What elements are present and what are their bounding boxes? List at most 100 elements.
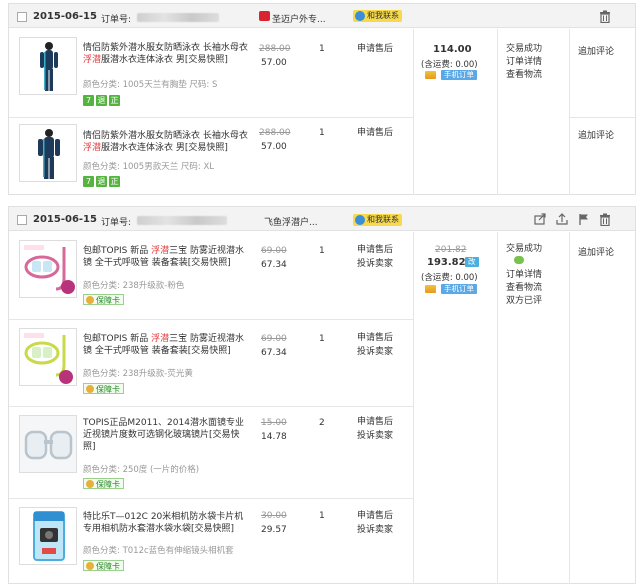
service-badges: 7退正 (83, 95, 122, 106)
apply-after-sales-link[interactable]: 申请售后 (357, 331, 393, 345)
order-number-redacted (137, 13, 219, 22)
contact-seller-button[interactable]: 和我联系 (353, 214, 402, 226)
complain-seller-link[interactable]: 投诉卖家 (357, 429, 393, 443)
shop-name-link[interactable]: 圣迈户外专... (272, 12, 326, 25)
flag-icon[interactable] (577, 213, 590, 226)
column-divider (413, 29, 414, 195)
guarantee-card-badge[interactable]: 保障卡 (83, 478, 124, 489)
product-thumbnail[interactable] (19, 124, 77, 182)
product-attributes: 颜色分类: 1005天兰有胸垫 尺码: S (83, 80, 218, 90)
column-divider (497, 232, 498, 584)
product-title-link[interactable]: 情侣防紫外潜水服女防晒泳衣 长袖水母衣浮潜服潜水衣连体泳衣 男[交易快照] (83, 130, 251, 154)
unit-price: 14.78 (261, 432, 287, 442)
quantity: 1 (319, 511, 325, 521)
apply-after-sales-link[interactable]: 申请售后 (357, 243, 393, 257)
column-divider (497, 29, 498, 195)
column-divider (569, 29, 570, 195)
quantity: 1 (319, 44, 325, 54)
shop-name-link[interactable]: 飞鱼浮潜户... (264, 215, 318, 228)
product-attributes: 颜色分类: 238升级款-粉色 (83, 281, 185, 291)
after-sales-actions: 申请售后 投诉卖家 (357, 509, 393, 537)
share-icon[interactable] (533, 213, 546, 226)
view-logistics-link[interactable]: 查看物流 (506, 69, 542, 82)
payment-icon (425, 71, 436, 79)
order-checkbox[interactable] (17, 12, 27, 22)
order-total: 114.00 (433, 44, 472, 55)
column-divider (413, 232, 414, 584)
chat-icon-row (506, 256, 542, 269)
row-divider (9, 498, 413, 499)
apply-after-sales-link[interactable]: 申请售后 (357, 126, 393, 140)
chat-icon[interactable] (514, 256, 524, 264)
product-title-link[interactable]: TOPIS正品M2011、2014潜水面镜专业近视镜片度数可选钢化玻璃镜片[交易… (83, 417, 251, 453)
order-checkbox[interactable] (17, 215, 27, 225)
mobile-order-badge: 手机订单 (441, 284, 477, 294)
original-price: 69.00 (261, 334, 287, 344)
order-date: 2015-06-15 (33, 11, 97, 22)
order-card: 2015-06-15 订单号: 飞鱼浮潜户... 和我联系 包邮TOPIS 新品… (8, 206, 636, 584)
refund-badge[interactable]: 退 (96, 95, 107, 106)
complain-seller-link[interactable]: 投诉卖家 (357, 523, 393, 537)
after-sales-actions: 申请售后 投诉卖家 (357, 415, 393, 443)
service-badges: 7退正 (83, 176, 122, 187)
shipping-fee: (含运费: 0.00) (421, 273, 478, 283)
product-title-link[interactable]: 包邮TOPIS 新品 浮潜三宝 防雾近视潜水镜 全干式呼吸管 装备套装[交易快照… (83, 245, 251, 269)
payment-icon (425, 285, 436, 293)
product-title-link[interactable]: 情侣防紫外潜水服女防晒泳衣 长袖水母衣浮潜服潜水衣连体泳衣 男[交易快照] (83, 42, 251, 66)
apply-after-sales-link[interactable]: 申请售后 (357, 509, 393, 523)
product-attributes: 颜色分类: T012c蓝色有伸缩镜头相机套 (83, 546, 234, 556)
quantity: 2 (319, 418, 325, 428)
unit-price: 57.00 (261, 142, 287, 152)
add-review-link[interactable]: 追加评论 (578, 44, 614, 57)
original-price: 69.00 (261, 246, 287, 256)
product-thumbnail[interactable] (19, 37, 77, 95)
view-logistics-link[interactable]: 查看物流 (506, 282, 542, 295)
genuine-badge[interactable]: 正 (109, 176, 120, 187)
order-details-link[interactable]: 订单详情 (506, 56, 542, 69)
original-price: 288.00 (259, 128, 291, 138)
guarantee-card-badge[interactable]: 保障卡 (83, 383, 124, 394)
complain-seller-link[interactable]: 投诉卖家 (357, 257, 393, 271)
product-title-link[interactable]: 特比乐T—012C 20米相机防水袋卡片机专用相机防水套潜水袋水袋[交易快照] (83, 511, 251, 535)
genuine-badge[interactable]: 正 (109, 95, 120, 106)
unit-price: 67.34 (261, 348, 287, 358)
original-price: 15.00 (261, 418, 287, 428)
product-attributes: 颜色分类: 250度 (一片的价格) (83, 465, 200, 475)
row-divider (569, 117, 635, 118)
complain-seller-link[interactable]: 投诉卖家 (357, 345, 393, 359)
order-date: 2015-06-15 (33, 214, 97, 225)
product-thumbnail[interactable] (19, 415, 77, 473)
trade-success-status: 交易成功 (506, 44, 543, 54)
order-status-column: 交易成功 订单详情 查看物流 双方已评 (506, 243, 542, 308)
original-price: 30.00 (261, 511, 287, 521)
product-thumbnail[interactable] (19, 240, 77, 298)
add-review-link[interactable]: 追加评论 (578, 245, 614, 258)
contact-seller-button[interactable]: 和我联系 (353, 10, 402, 22)
order-number-label: 订单号: (101, 218, 132, 228)
seven-day-return-badge[interactable]: 7 (83, 176, 94, 187)
unit-price: 57.00 (261, 58, 287, 68)
shipping-fee: (含运费: 0.00) (421, 60, 478, 70)
product-thumbnail[interactable] (19, 328, 77, 386)
row-divider (9, 406, 413, 407)
guarantee-card-badge[interactable]: 保障卡 (83, 560, 124, 571)
add-review-link[interactable]: 追加评论 (578, 128, 614, 141)
refund-badge[interactable]: 退 (96, 176, 107, 187)
quantity: 1 (319, 334, 325, 344)
trash-icon[interactable] (598, 10, 611, 24)
row-divider (9, 319, 413, 320)
apply-after-sales-link[interactable]: 申请售后 (357, 42, 393, 56)
upload-icon[interactable] (555, 213, 568, 226)
seven-day-return-badge[interactable]: 7 (83, 95, 94, 106)
trash-icon[interactable] (598, 213, 611, 227)
original-price: 288.00 (259, 44, 291, 54)
apply-after-sales-link[interactable]: 申请售后 (357, 415, 393, 429)
order-total: 193.82 (427, 257, 466, 268)
guarantee-card-badge[interactable]: 保障卡 (83, 294, 124, 305)
quantity: 1 (319, 128, 325, 138)
product-thumbnail[interactable] (19, 507, 77, 565)
order-details-link[interactable]: 订单详情 (506, 269, 542, 282)
product-title-link[interactable]: 包邮TOPIS 新品 浮潜三宝 防雾近视潜水镜 全干式呼吸管 装备套装[交易快照… (83, 333, 251, 357)
both-reviewed-status: 双方已评 (506, 296, 543, 306)
product-attributes: 颜色分类: 1005男款天兰 尺码: XL (83, 162, 215, 172)
